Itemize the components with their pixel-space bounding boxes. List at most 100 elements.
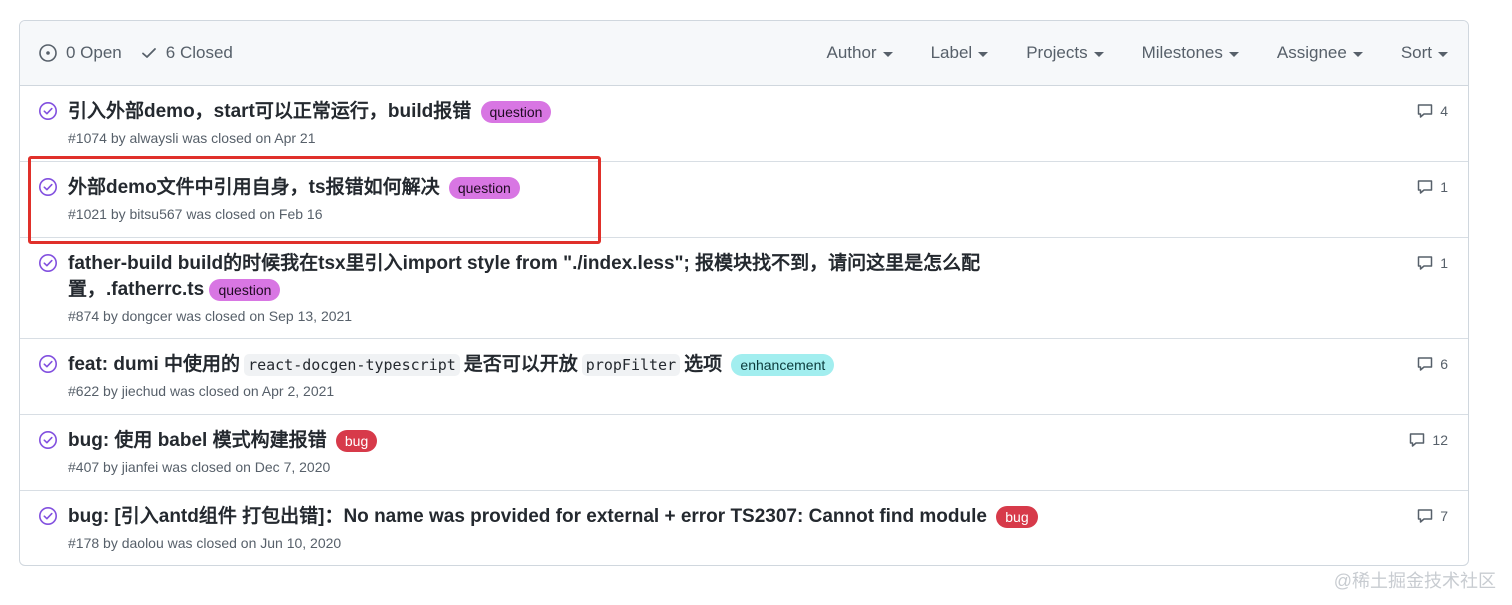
- issue-opened-icon: [39, 44, 57, 62]
- issue-closed-icon-wrap: [38, 175, 68, 237]
- issue-closed-icon: [39, 355, 57, 373]
- issue-title-link[interactable]: 外部demo文件中引用自身，ts报错如何解决: [68, 177, 440, 198]
- issues-list-header: 0 Open 6 Closed Author Label Projects Mi…: [20, 21, 1468, 86]
- issue-title-line: bug: [引入antd组件 打包出错]：No name was provide…: [68, 504, 1448, 530]
- comments-count: 4: [1440, 103, 1448, 119]
- comment-icon: [1417, 256, 1433, 270]
- issue-row: bug: [引入antd组件 打包出错]：No name was provide…: [20, 491, 1468, 565]
- issue-closed-icon: [39, 102, 57, 120]
- watermark: @稀土掘金技术社区: [1333, 571, 1496, 591]
- issues-list: 0 Open 6 Closed Author Label Projects Mi…: [19, 20, 1469, 566]
- issue-closed-icon: [39, 431, 57, 449]
- comments-link[interactable]: 12: [1408, 431, 1448, 449]
- issue-title-line: 外部demo文件中引用自身，ts报错如何解决 question: [68, 175, 1448, 201]
- author-filter[interactable]: Author: [826, 43, 893, 63]
- issue-row: 外部demo文件中引用自身，ts报错如何解决 question #1021 by…: [20, 162, 1468, 238]
- question-label[interactable]: question: [448, 177, 520, 199]
- issue-closed-icon: [39, 507, 57, 525]
- state-toggles: 0 Open 6 Closed: [38, 43, 233, 63]
- comments-count: 1: [1440, 255, 1448, 271]
- assignee-filter-label: Assignee: [1276, 43, 1347, 62]
- title-text: feat: dumi 中使用的: [68, 354, 241, 376]
- issue-closed-icon: [39, 254, 57, 272]
- open-issues-label: 0 Open: [66, 43, 122, 62]
- caret-down-icon: [978, 51, 989, 57]
- issue-row: 引入外部demo，start可以正常运行，build报错 question #1…: [20, 86, 1468, 162]
- issue-main: 外部demo文件中引用自身，ts报错如何解决 question #1021 by…: [68, 175, 1448, 237]
- comments-count: 7: [1440, 508, 1448, 524]
- caret-down-icon: [1438, 51, 1448, 57]
- label-filter[interactable]: Label: [931, 43, 989, 63]
- author-filter-label: Author: [826, 43, 877, 62]
- issue-title-link[interactable]: feat: dumi 中使用的 react-docgen-typescript 是否…: [68, 354, 723, 376]
- issue-title-line: father-build build的时候我在tsx里引入import styl…: [68, 251, 1108, 303]
- comments-count: 12: [1432, 432, 1448, 448]
- comment-icon: [1417, 104, 1433, 118]
- title-text: 选项: [684, 354, 723, 376]
- issue-title-link[interactable]: father-build build的时候我在tsx里引入import styl…: [68, 253, 980, 300]
- issue-closed-icon-wrap: [38, 251, 68, 338]
- label-filter-label: Label: [930, 43, 973, 62]
- comments-count: 6: [1440, 356, 1448, 372]
- caret-down-icon: [1228, 51, 1239, 57]
- comments-link[interactable]: 1: [1416, 178, 1448, 196]
- bug-label[interactable]: bug: [996, 506, 1038, 528]
- issue-closed-icon-wrap: [38, 504, 68, 565]
- issue-row: father-build build的时候我在tsx里引入import styl…: [20, 238, 1468, 339]
- projects-filter[interactable]: Projects: [1026, 43, 1104, 63]
- milestones-filter[interactable]: Milestones: [1142, 43, 1239, 63]
- issue-meta: #1074 by alwaysli was closed on Apr 21: [68, 130, 316, 147]
- issue-closed-icon-wrap: [38, 99, 68, 161]
- comments-link[interactable]: 6: [1416, 355, 1448, 373]
- issue-main: bug: [引入antd组件 打包出错]：No name was provide…: [68, 504, 1448, 565]
- issue-main: father-build build的时候我在tsx里引入import styl…: [68, 251, 1448, 338]
- issue-row: feat: dumi 中使用的 react-docgen-typescript 是否…: [20, 339, 1468, 415]
- filter-bar: Author Label Projects Milestones Assigne…: [788, 43, 1448, 63]
- bug-label[interactable]: bug: [335, 430, 378, 452]
- issue-title-link[interactable]: bug: [引入antd组件 打包出错]：No name was provide…: [68, 506, 987, 527]
- milestones-filter-label: Milestones: [1141, 43, 1223, 62]
- comments-link[interactable]: 1: [1416, 254, 1448, 272]
- comment-icon: [1410, 433, 1425, 447]
- title-text: 是否可以开放: [463, 354, 578, 376]
- enhancement-label[interactable]: enhancement: [731, 354, 835, 377]
- comments-link[interactable]: 4: [1416, 102, 1448, 120]
- comments-link[interactable]: 7: [1416, 507, 1448, 525]
- issue-main: 引入外部demo，start可以正常运行，build报错 question #1…: [68, 99, 1448, 161]
- sort-filter-label: Sort: [1400, 43, 1432, 62]
- issue-meta: #622 by jiechud was closed on Apr 2, 202…: [68, 383, 335, 400]
- issue-title-line: feat: dumi 中使用的 react-docgen-typescript 是否…: [68, 352, 1448, 378]
- sort-filter[interactable]: Sort: [1401, 43, 1448, 63]
- issue-title-link[interactable]: bug: 使用 babel 模式构建报错: [68, 430, 327, 451]
- closed-issues-tab[interactable]: 6 Closed: [140, 43, 233, 63]
- issue-main: bug: 使用 babel 模式构建报错 bug #407 by jianfei…: [68, 428, 1448, 490]
- issue-meta: #407 by jianfei was closed on Dec 7, 202…: [68, 459, 331, 476]
- check-icon: [141, 48, 156, 58]
- issue-closed-icon: [39, 178, 57, 196]
- caret-down-icon: [1093, 51, 1104, 57]
- caret-down-icon: [1352, 51, 1363, 57]
- issue-main: feat: dumi 中使用的 react-docgen-typescript 是否…: [68, 352, 1448, 414]
- comment-icon: [1417, 180, 1433, 194]
- issue-meta: #178 by daolou was closed on Jun 10, 202…: [68, 535, 342, 552]
- caret-down-icon: [882, 51, 893, 57]
- closed-issues-label: 6 Closed: [165, 43, 233, 62]
- comment-icon: [1417, 357, 1433, 371]
- comments-count: 1: [1440, 179, 1448, 195]
- issue-meta: #874 by dongcer was closed on Sep 13, 20…: [68, 308, 353, 325]
- open-issues-tab[interactable]: 0 Open: [38, 43, 122, 63]
- issue-title-link[interactable]: 引入外部demo，start可以正常运行，build报错: [68, 101, 471, 122]
- comment-icon: [1417, 509, 1433, 523]
- inline-code: propFilter: [581, 354, 681, 376]
- issue-meta: #1021 by bitsu567 was closed on Feb 16: [68, 206, 323, 223]
- issue-closed-icon-wrap: [38, 428, 68, 490]
- issue-row: bug: 使用 babel 模式构建报错 bug #407 by jianfei…: [20, 415, 1468, 491]
- projects-filter-label: Projects: [1026, 43, 1088, 62]
- inline-code: react-docgen-typescript: [244, 354, 460, 376]
- question-label[interactable]: question: [480, 101, 552, 123]
- question-label[interactable]: question: [209, 279, 281, 302]
- assignee-filter[interactable]: Assignee: [1277, 43, 1363, 63]
- issue-title-line: bug: 使用 babel 模式构建报错 bug: [68, 428, 1448, 454]
- issue-title-line: 引入外部demo，start可以正常运行，build报错 question: [68, 99, 1448, 125]
- issue-closed-icon-wrap: [38, 352, 68, 414]
